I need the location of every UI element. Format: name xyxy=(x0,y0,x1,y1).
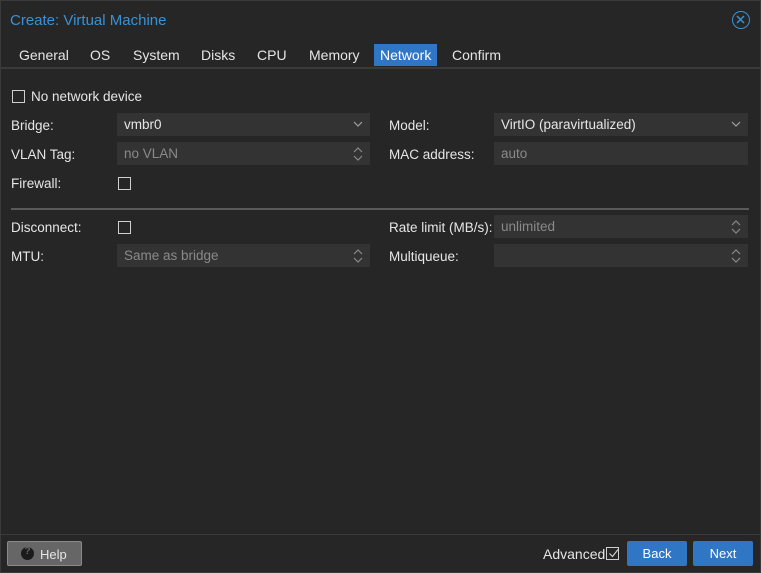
dialog-titlebar: Create: Virtual Machine xyxy=(1,1,760,39)
mac-address-label: MAC address: xyxy=(389,147,475,162)
close-button[interactable] xyxy=(732,11,750,29)
mtu-spinner[interactable] xyxy=(347,245,369,266)
mac-address-value: auto xyxy=(501,146,528,161)
vlan-tag-label: VLAN Tag: xyxy=(11,147,76,162)
mtu-label: MTU: xyxy=(11,249,44,264)
tab-general[interactable]: General xyxy=(13,44,75,66)
advanced-checkbox[interactable] xyxy=(606,547,619,560)
spinner-arrows-icon xyxy=(731,249,741,263)
tab-cpu[interactable]: CPU xyxy=(251,44,293,66)
bridge-value: vmbr0 xyxy=(124,117,162,132)
tab-os[interactable]: OS xyxy=(84,44,116,66)
dialog-footer: ? Help Advanced Back Next xyxy=(1,534,760,572)
create-vm-dialog: Create: Virtual Machine General OS Syste… xyxy=(0,0,761,573)
bridge-select[interactable]: vmbr0 xyxy=(117,113,370,136)
mac-address-field[interactable]: auto xyxy=(494,142,748,165)
vlan-tag-field[interactable]: no VLAN xyxy=(117,142,370,165)
spinner-arrows-icon xyxy=(353,249,363,263)
model-dropdown-trigger[interactable] xyxy=(725,114,747,135)
next-button[interactable]: Next xyxy=(693,541,753,566)
disconnect-label: Disconnect: xyxy=(11,220,82,235)
wizard-tabs: General OS System Disks CPU Memory Netwo… xyxy=(1,39,760,69)
bridge-label: Bridge: xyxy=(11,118,54,133)
advanced-separator xyxy=(11,208,749,210)
mtu-value: Same as bridge xyxy=(124,248,219,263)
close-icon xyxy=(736,15,745,24)
no-network-device-checkbox[interactable] xyxy=(12,90,25,103)
help-button-label: Help xyxy=(40,547,67,562)
chevron-down-icon xyxy=(731,121,741,127)
multiqueue-field[interactable] xyxy=(494,244,748,267)
rate-limit-value: unlimited xyxy=(501,219,556,234)
multiqueue-label: Multiqueue: xyxy=(389,249,459,264)
vlan-tag-spinner[interactable] xyxy=(347,143,369,164)
tab-network[interactable]: Network xyxy=(374,44,438,66)
firewall-checkbox[interactable] xyxy=(118,177,131,190)
tab-memory[interactable]: Memory xyxy=(303,44,366,66)
advanced-label: Advanced xyxy=(543,546,606,562)
firewall-label: Firewall: xyxy=(11,176,62,191)
help-button[interactable]: ? Help xyxy=(7,541,82,566)
multiqueue-spinner[interactable] xyxy=(725,245,747,266)
model-value: VirtIO (paravirtualized) xyxy=(501,117,636,132)
rate-limit-spinner[interactable] xyxy=(725,216,747,237)
checkmark-icon xyxy=(609,549,619,558)
disconnect-checkbox[interactable] xyxy=(118,221,131,234)
back-button[interactable]: Back xyxy=(627,541,687,566)
spinner-arrows-icon xyxy=(731,220,741,234)
question-circle-icon: ? xyxy=(21,546,34,560)
model-select[interactable]: VirtIO (paravirtualized) xyxy=(494,113,748,136)
spinner-arrows-icon xyxy=(353,147,363,161)
dialog-title: Create: Virtual Machine xyxy=(10,12,167,29)
mtu-field[interactable]: Same as bridge xyxy=(117,244,370,267)
no-network-device-label: No network device xyxy=(31,89,143,104)
network-panel: No network device Bridge: vmbr0 VLAN Tag… xyxy=(1,71,760,534)
rate-limit-label: Rate limit (MB/s): xyxy=(389,220,493,235)
model-label: Model: xyxy=(389,118,430,133)
vlan-tag-value: no VLAN xyxy=(124,146,179,161)
chevron-down-icon xyxy=(353,121,363,127)
tab-confirm[interactable]: Confirm xyxy=(446,44,507,66)
tab-disks[interactable]: Disks xyxy=(195,44,241,66)
tab-system[interactable]: System xyxy=(127,44,186,66)
rate-limit-field[interactable]: unlimited xyxy=(494,215,748,238)
bridge-dropdown-trigger[interactable] xyxy=(347,114,369,135)
